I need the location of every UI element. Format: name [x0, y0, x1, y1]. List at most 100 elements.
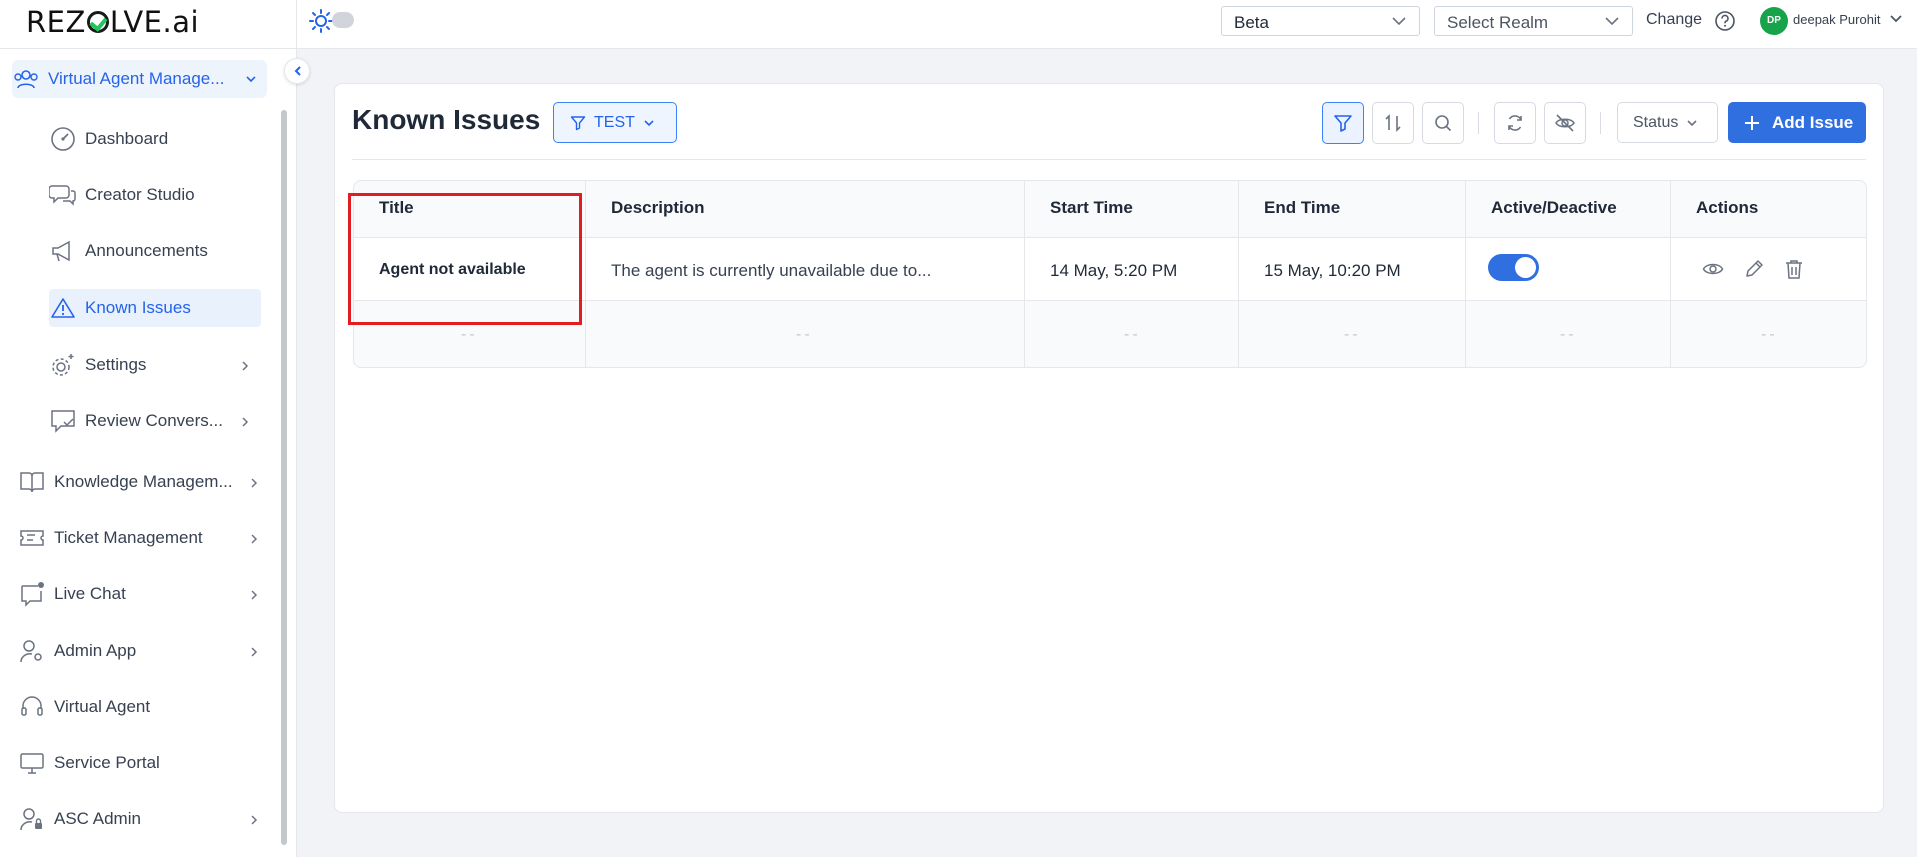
refresh-button[interactable]: [1494, 102, 1536, 144]
active-toggle[interactable]: [1488, 254, 1539, 281]
chevron-right-icon: [242, 417, 249, 427]
sidebar-item-label: Knowledge Managem...: [54, 472, 233, 491]
filter-chip[interactable]: TEST: [553, 102, 677, 143]
refresh-icon: [1508, 115, 1522, 131]
sidebar-item-label: Creator Studio: [85, 185, 195, 204]
chevron-right-icon: [251, 478, 258, 488]
edit-icon[interactable]: [1744, 258, 1764, 280]
empty-cell: --: [1761, 326, 1778, 343]
environment-select[interactable]: Beta: [1221, 6, 1420, 36]
user-lock-icon: [18, 805, 46, 833]
chevron-down-icon: [644, 119, 654, 126]
sidebar-item-label: Live Chat: [54, 584, 126, 603]
sidebar-item-live-chat[interactable]: Live Chat: [18, 575, 258, 613]
sidebar-item-announcements[interactable]: Announcements: [49, 232, 261, 270]
search-icon: [1435, 115, 1452, 132]
column-header-description[interactable]: Description: [611, 198, 705, 218]
header-divider: [352, 159, 1866, 160]
sidebar-item-label: Announcements: [85, 241, 208, 260]
ticket-icon: [18, 524, 46, 552]
chevron-down-icon: [246, 76, 256, 83]
user-name[interactable]: deepak Purohit: [1793, 12, 1880, 27]
add-issue-label: Add Issue: [1772, 112, 1854, 132]
sidebar-item-review-conversations[interactable]: Review Convers...: [49, 402, 261, 440]
sidebar-scrollbar[interactable]: [281, 110, 287, 845]
chevron-down-icon: [1687, 119, 1697, 126]
sidebar-item-ticket-management[interactable]: Ticket Management: [18, 519, 258, 557]
sidebar-item-creator-studio[interactable]: Creator Studio: [49, 176, 261, 214]
column-header-actions: Actions: [1696, 198, 1759, 217]
toolbar-divider: [1478, 112, 1479, 134]
chevron-down-icon[interactable]: [1889, 14, 1903, 24]
chevron-right-icon: [251, 534, 258, 544]
logo-text-end: LVE.ai: [109, 5, 200, 39]
sort-button[interactable]: [1372, 102, 1414, 144]
view-icon[interactable]: [1702, 258, 1724, 280]
realm-select[interactable]: Select Realm: [1434, 6, 1633, 36]
chevron-down-icon: [1392, 17, 1406, 26]
logo-area: REZ LVE.ai: [0, 0, 297, 49]
sidebar-item-knowledge-management[interactable]: Knowledge Managem...: [18, 463, 258, 501]
sidebar-item-label: Service Portal: [54, 753, 160, 772]
gauge-icon: [49, 125, 77, 153]
sidebar-group-label: Virtual Agent Manage...: [48, 69, 225, 88]
logo-check-icon: [86, 11, 109, 33]
chat-check-icon: [49, 407, 77, 435]
collapse-sidebar-button[interactable]: [284, 58, 310, 84]
headset-icon: [18, 693, 46, 721]
monitor-icon: [18, 749, 46, 777]
sidebar-item-label: Settings: [85, 355, 147, 374]
filter-chip-label: TEST: [594, 113, 635, 131]
sidebar-item-known-issues[interactable]: Known Issues: [49, 289, 261, 327]
add-issue-button[interactable]: Add Issue: [1728, 102, 1866, 143]
eye-off-icon: [1555, 114, 1575, 132]
chat-bubbles-icon: [49, 181, 77, 209]
logo-text-start: REZ: [26, 5, 86, 39]
chevron-right-icon: [251, 590, 258, 600]
search-button[interactable]: [1422, 102, 1464, 144]
sidebar-item-label: Review Convers...: [85, 411, 223, 430]
filter-button[interactable]: [1322, 102, 1364, 144]
sort-icon: [1385, 114, 1401, 132]
sidebar-item-label: Admin App: [54, 641, 137, 660]
sidebar-item-service-portal[interactable]: Service Portal: [18, 744, 258, 782]
live-chat-icon: [18, 580, 46, 608]
theme-toggle[interactable]: [308, 8, 334, 34]
sidebar-item-label: Virtual Agent: [54, 697, 151, 716]
avatar[interactable]: DP: [1760, 7, 1788, 35]
empty-cell: --: [1560, 326, 1577, 343]
cell-end-time: 15 May, 10:20 PM: [1264, 261, 1401, 280]
empty-cell: --: [1344, 326, 1361, 343]
chevron-right-icon: [251, 815, 258, 825]
filter-icon: [570, 115, 586, 130]
rezolve-logo[interactable]: REZ LVE.ai: [26, 5, 199, 39]
chevron-right-icon: [251, 647, 258, 657]
sidebar-group-virtual-agent-management[interactable]: Virtual Agent Manage...: [12, 60, 267, 98]
status-dropdown[interactable]: Status: [1617, 102, 1718, 143]
highlight-box: [348, 193, 582, 325]
sidebar-item-asc-admin[interactable]: ASC Admin: [18, 800, 258, 838]
realm-select-placeholder: Select Realm: [1447, 13, 1549, 32]
page-title: Known Issues: [352, 104, 541, 135]
column-header-end-time[interactable]: End Time: [1264, 198, 1340, 218]
hide-columns-button[interactable]: [1544, 102, 1586, 144]
user-gear-icon: [18, 637, 46, 665]
sun-icon: [309, 9, 333, 33]
cell-description[interactable]: The agent is currently unavailable due t…: [611, 261, 931, 281]
column-header-active[interactable]: Active/Deactive: [1491, 198, 1617, 218]
sidebar-item-settings[interactable]: Settings: [49, 346, 261, 384]
theme-switch-track[interactable]: [332, 12, 354, 28]
toolbar-divider: [1600, 112, 1601, 134]
environment-select-value: Beta: [1234, 13, 1269, 32]
column-header-start-time[interactable]: Start Time: [1050, 198, 1133, 218]
sidebar-item-admin-app[interactable]: Admin App: [18, 632, 258, 670]
sidebar-item-dashboard[interactable]: Dashboard: [49, 120, 261, 158]
chevron-down-icon: [1605, 17, 1619, 26]
chevron-right-icon: [242, 361, 249, 371]
help-icon[interactable]: [1714, 10, 1736, 32]
book-icon: [18, 468, 46, 496]
delete-icon[interactable]: [1784, 258, 1804, 280]
change-button[interactable]: Change: [1646, 11, 1702, 29]
sidebar-item-virtual-agent[interactable]: Virtual Agent: [18, 688, 258, 726]
users-group-icon: [12, 65, 40, 93]
